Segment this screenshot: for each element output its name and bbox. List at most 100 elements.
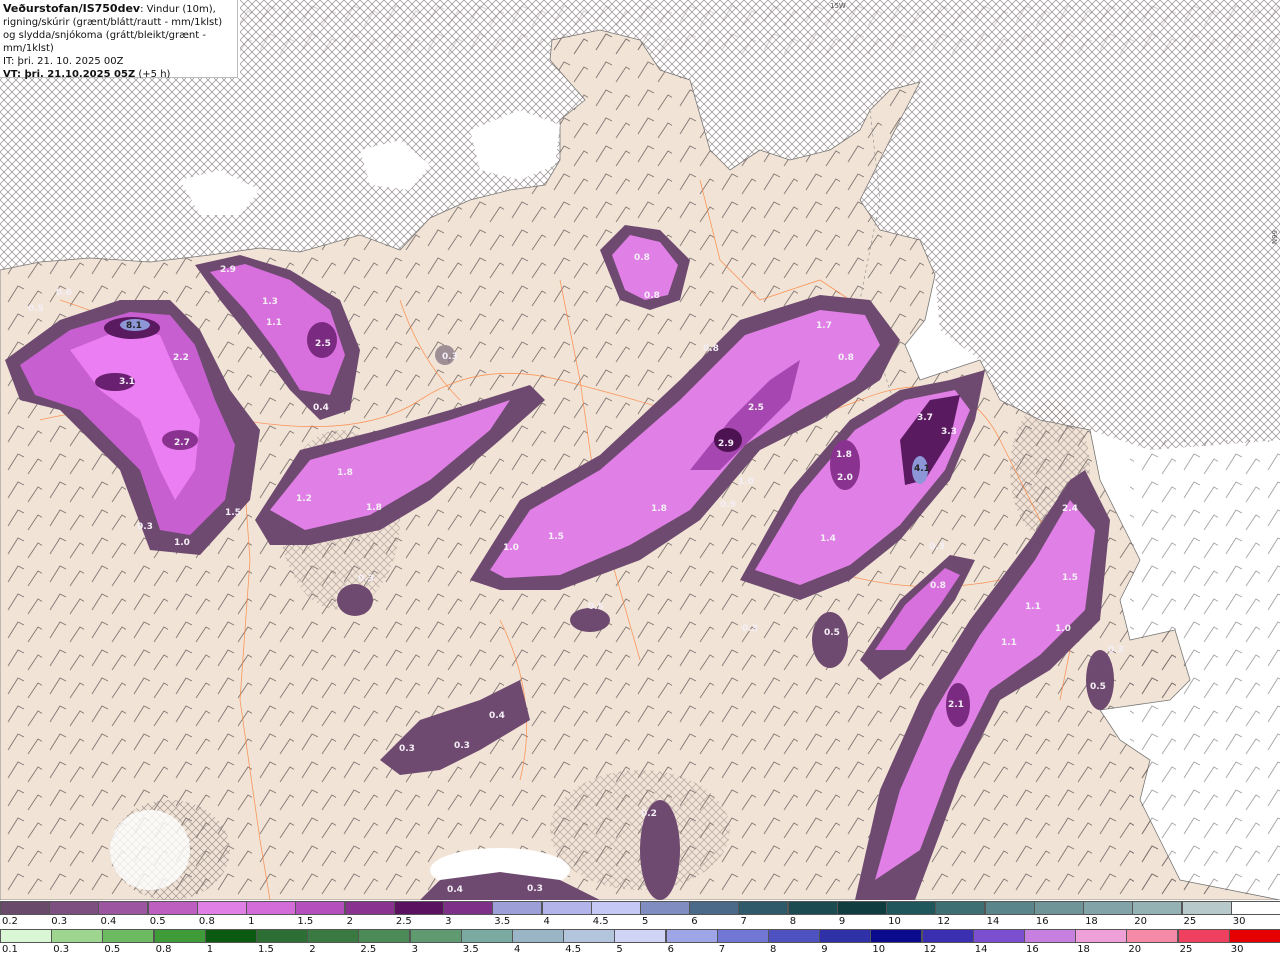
- snow-legend-tick-label: 6: [691, 916, 698, 927]
- precip-label: 2.2: [173, 353, 189, 363]
- rain-legend-tick-label: 10: [872, 944, 886, 955]
- snow-legend-swatch: [886, 901, 937, 915]
- precip-label: 1.1: [1001, 638, 1017, 648]
- snow-legend-tick-label: 5: [642, 916, 649, 927]
- rain-legend-tick-label: 0.3: [53, 944, 70, 955]
- snow-legend-swatch: [1083, 901, 1134, 915]
- rain-legend-swatch: [870, 929, 923, 943]
- rain-legend-tick-label: 30: [1230, 944, 1244, 955]
- rain-legend-tick-label: 6: [667, 944, 674, 955]
- precip-label: 0.8: [838, 353, 854, 363]
- precip-label: 1.0: [503, 543, 519, 553]
- open-sea-southwest: [110, 810, 190, 890]
- snow-legend-swatch: [49, 901, 100, 915]
- snow-legend-tick-label: 0.8: [198, 916, 215, 927]
- valid-time-label: VT: þri. 21.10.2025 05Z: [3, 69, 136, 80]
- rain-legend-swatch: [1177, 929, 1230, 943]
- snow-legend-tick-label: 25: [1183, 916, 1197, 927]
- precip-label: 3.1: [119, 377, 135, 387]
- snow-legend-tick-label: 10: [888, 916, 901, 927]
- snow-legend-tick-label: 0.2: [2, 916, 18, 927]
- snow-legend-swatch: [393, 901, 444, 915]
- precip-label: 1.8: [337, 468, 353, 478]
- precip-label: 2.9: [220, 265, 236, 275]
- rain-legend-tick-label: 14: [974, 944, 988, 955]
- rain-legend-tick-label: 1.5: [258, 944, 274, 955]
- precip-label: 0.3: [929, 542, 945, 552]
- snow-legend-tick-label: 8: [789, 916, 797, 927]
- precip-label: 1.5: [1062, 573, 1078, 583]
- rain-legend-tick-label: 25: [1179, 944, 1193, 955]
- precip-label: 1.3: [262, 297, 278, 307]
- rain-legend-swatch: [1126, 929, 1179, 943]
- snow-legend-swatch: [492, 901, 543, 915]
- valid-time-offset: (+5 h): [138, 69, 171, 80]
- rain-legend-swatch: [1075, 929, 1128, 943]
- rain-legend-swatch: [614, 929, 667, 943]
- snow-legend-tick-label: 18: [1085, 916, 1098, 927]
- rain-legend-swatch: [921, 929, 974, 943]
- rain-legend-tick-label: 12: [923, 944, 937, 955]
- rain-legend-tick-label: 0.8: [155, 944, 172, 955]
- precip-label: 8.1: [126, 321, 142, 331]
- snow-legend-swatch: [0, 901, 50, 915]
- rain-legend-swatch: [358, 929, 411, 943]
- forecast-title: Veðurstofan/IS750dev: Vindur (10m), rign…: [3, 2, 234, 55]
- precip-label: 0.3: [358, 574, 374, 584]
- precip-label: 2.0: [837, 473, 853, 483]
- precip-label: 2.1: [948, 700, 964, 710]
- precip-small-3: [812, 612, 848, 668]
- rain-legend-tick-label: 16: [1026, 944, 1039, 955]
- precip-label: 0.3: [527, 884, 543, 894]
- snow-legend-swatch: [738, 901, 789, 915]
- rain-legend-tick-label: 7: [718, 944, 726, 955]
- precip-label: 1.8: [651, 504, 667, 514]
- snow-legend-tick-label: 1.5: [297, 916, 314, 927]
- precipitation-wind-map: 15W 66N 0.5 0.6 2.9 8.1 1.3 1.1 2.5 2.2 …: [0, 0, 1280, 900]
- rain-legend-tick-label: 3.5: [462, 944, 479, 955]
- rain-legend-swatch: [102, 929, 155, 943]
- precip-label: 2.5: [748, 403, 764, 413]
- rain-legend: 0.1 0.3 0.5 0.8 1 1.5 2 2.5 3 3.5 4 4.5 5 6 7 8 9 10 12 14 1…: [0, 929, 1280, 957]
- rain-legend-tick-label: 2: [309, 944, 316, 955]
- snow-legend-tick-label: 0.5: [149, 916, 166, 927]
- precip-label: 0.8: [644, 291, 660, 301]
- rain-legend-swatch: [768, 929, 820, 943]
- precip-label: 3.3: [941, 427, 957, 437]
- precip-label: 1.5: [225, 508, 241, 518]
- precip-label: 1.7: [816, 321, 832, 331]
- precip-label: 3.7: [917, 413, 933, 423]
- precip-label: 0.5: [588, 602, 604, 612]
- snow-legend-tick-label: 1: [248, 916, 255, 927]
- rain-legend-swatch: [716, 929, 769, 943]
- snow-sleet-legend: 0.2 0.3 0.4 0.5 0.8 1 1.5 2 2.5 3 3.5 4 4.5 5 6 7 8 9 10 12…: [0, 901, 1280, 929]
- snow-legend-swatch: [147, 901, 198, 915]
- snow-legend-swatch: [344, 901, 395, 915]
- precip-label: 0.2: [641, 809, 657, 819]
- snow-legend-tick-label: 4.5: [592, 916, 609, 927]
- snow-legend-tick-label: 12: [937, 916, 951, 927]
- snow-legend-tick-label: 30: [1232, 916, 1246, 927]
- snow-legend-swatch: [295, 901, 346, 915]
- precip-small-4: [1086, 650, 1114, 710]
- precip-label: 1.2: [296, 494, 312, 504]
- precip-label: 0.3: [137, 522, 153, 532]
- precip-label: 0.9: [720, 500, 736, 510]
- precip-label: 0.4: [489, 711, 505, 721]
- longitude-label-15w: 15W: [830, 2, 846, 10]
- precip-label: 0.4: [313, 403, 329, 413]
- sea-wind-barbs-right: [1130, 440, 1280, 900]
- precip-label: 1.4: [820, 534, 836, 544]
- snow-legend-swatch: [1230, 901, 1280, 915]
- rain-legend-tick-label: 8: [770, 944, 777, 955]
- precip-label: 0.3: [399, 744, 415, 754]
- rain-legend-tick-label: 1: [206, 944, 214, 955]
- rain-legend-swatch: [0, 929, 52, 943]
- snow-legend-tick-label: 14: [986, 916, 1000, 927]
- precip-label: 0.8: [930, 581, 946, 591]
- rain-legend-tick-label: 0.1: [2, 944, 18, 955]
- snow-legend-swatch: [541, 901, 592, 915]
- precip-label: 0.3: [742, 624, 758, 634]
- forecast-map-viewer: 15W 66N 0.5 0.6 2.9 8.1 1.3 1.1 2.5 2.2 …: [0, 0, 1280, 958]
- rain-legend-tick-label: 2.5: [360, 944, 377, 955]
